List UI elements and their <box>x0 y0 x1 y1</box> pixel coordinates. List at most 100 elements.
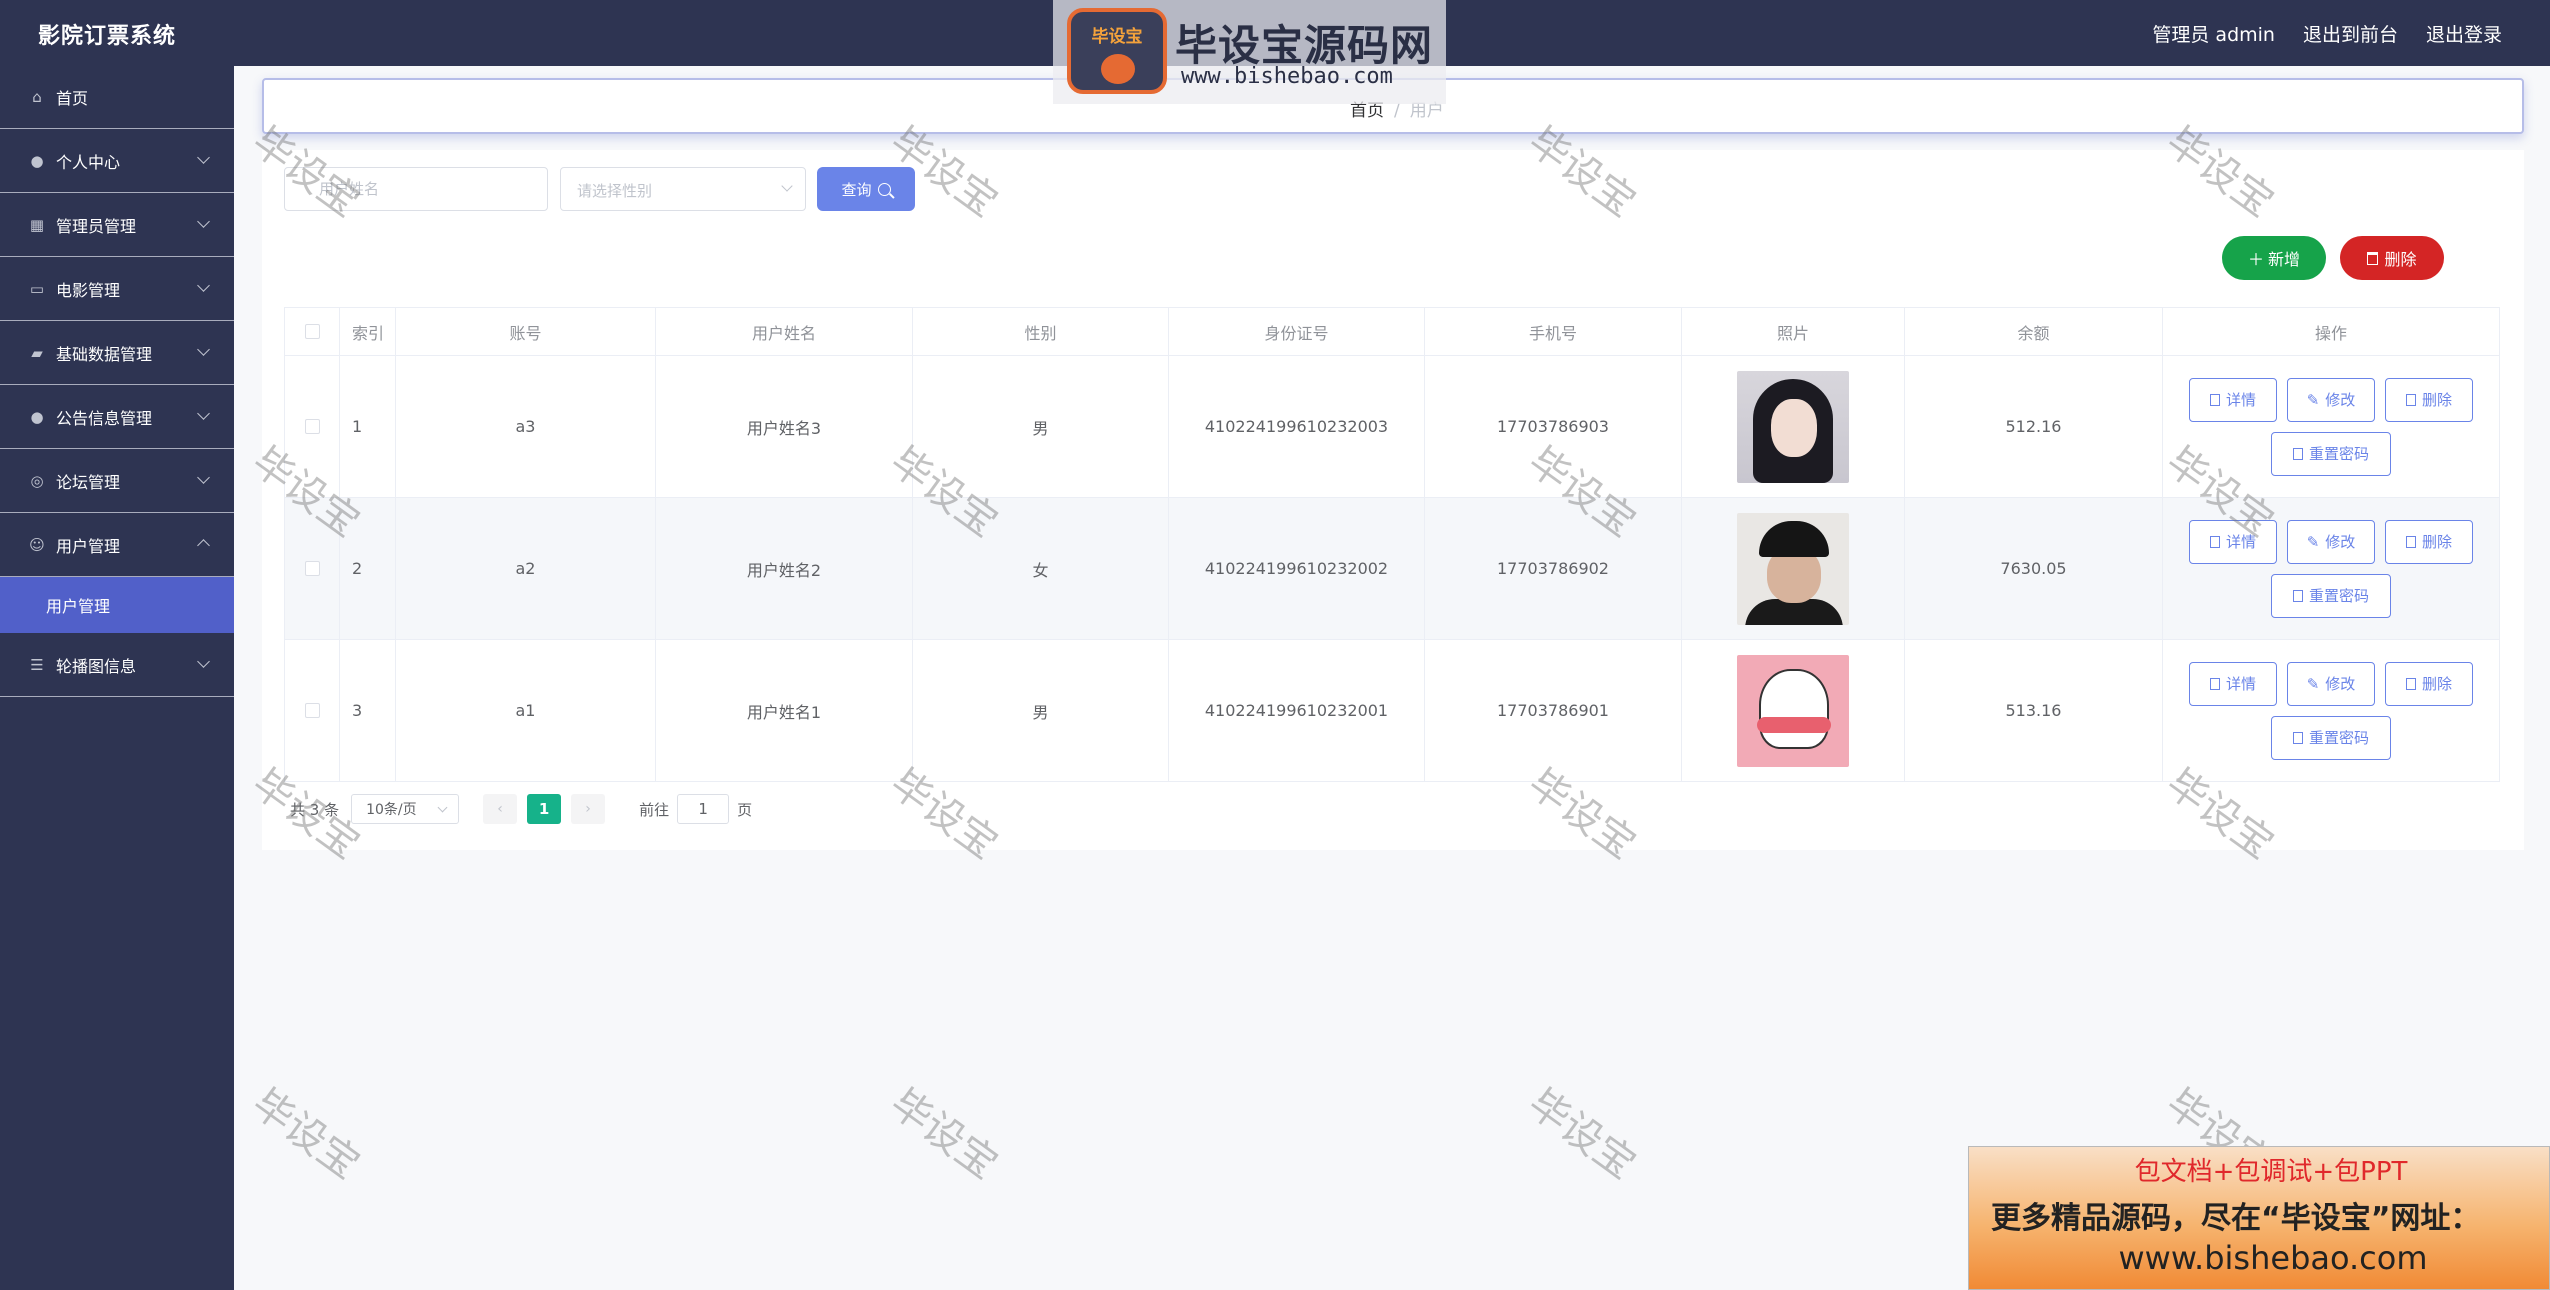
prev-page-button[interactable]: ‹ <box>483 794 518 824</box>
sidebar-item-label: 用户管理 <box>56 536 121 556</box>
smile-icon: ☺ <box>29 535 45 554</box>
cell-phone: 17703786901 <box>1425 640 1682 781</box>
detail-button[interactable]: 详情 <box>2189 519 2277 564</box>
row-select-cell <box>284 498 340 639</box>
back-to-frontend-link[interactable]: 退出到前台 <box>2303 20 2398 47</box>
sidebar-item-label: 个人中心 <box>56 152 121 172</box>
select-all-checkbox[interactable] <box>304 324 320 339</box>
sidebar-item-personal-center[interactable]: ● 个人中心 <box>0 129 234 193</box>
add-button[interactable]: ＋ 新增 <box>2222 236 2326 280</box>
ad-line-3: www.bishebao.com <box>2118 1239 2428 1277</box>
cell-user-name: 用户姓名2 <box>656 498 913 639</box>
cell-balance: 513.16 <box>1905 640 2163 781</box>
row-checkbox[interactable] <box>304 703 320 718</box>
query-button[interactable]: 查询 <box>817 167 915 211</box>
chevron-up-icon <box>197 539 210 552</box>
header-select-all-cell <box>284 308 340 355</box>
user-photo[interactable] <box>1737 654 1849 767</box>
chevron-down-icon <box>781 180 793 192</box>
row-checkbox[interactable] <box>304 419 320 434</box>
chevron-down-icon <box>197 151 210 164</box>
user-name-search-input[interactable] <box>284 167 548 211</box>
detail-button-label: 详情 <box>2225 391 2256 409</box>
sidebar-item-basic-data[interactable]: ▰ 基础数据管理 <box>0 321 234 385</box>
add-button-label: 新增 <box>2268 250 2301 269</box>
user-photo[interactable] <box>1737 512 1849 625</box>
reset-password-button[interactable]: 重置密码 <box>2271 431 2391 476</box>
gender-select-placeholder: 请选择性别 <box>577 182 653 200</box>
cell-index: 3 <box>340 640 396 781</box>
delete-button[interactable]: 删除 <box>2385 519 2473 564</box>
cell-photo <box>1682 498 1905 639</box>
reset-password-button[interactable]: 重置密码 <box>2271 573 2391 618</box>
batch-delete-button[interactable]: 删除 <box>2340 236 2444 280</box>
watermark-text: 毕设宝 <box>881 1080 1006 1189</box>
cell-photo <box>1682 356 1905 497</box>
cell-actions: 详情 ✎ 修改 删除 重置密码 <box>2163 498 2500 639</box>
page-size-select[interactable]: 10条/页 <box>351 794 460 824</box>
reset-password-button[interactable]: 重置密码 <box>2271 715 2391 760</box>
cell-user-name: 用户姓名3 <box>656 356 913 497</box>
pagination: 共 3 条 10条/页 ‹ 1 › 前往 1 页 <box>290 794 752 824</box>
header-id-card: 身份证号 <box>1169 308 1425 355</box>
cell-phone: 17703786902 <box>1425 498 1682 639</box>
trash-icon <box>2405 535 2416 548</box>
sidebar-subitem-user-management[interactable]: 用户管理 <box>0 577 234 633</box>
edit-button[interactable]: ✎ 修改 <box>2287 519 2375 564</box>
detail-button[interactable]: 详情 <box>2189 661 2277 706</box>
user-icon: ● <box>30 407 44 426</box>
goto-page-input[interactable]: 1 <box>677 794 730 824</box>
table-row: 3 a1 用户姓名1 男 410224199610232001 17703786… <box>284 640 2500 782</box>
reset-password-label: 重置密码 <box>2308 445 2369 463</box>
sidebar-item-forum[interactable]: ◎ 论坛管理 <box>0 449 234 513</box>
header-balance: 余额 <box>1905 308 2163 355</box>
delete-button[interactable]: 删除 <box>2385 377 2473 422</box>
sidebar-item-movie-management[interactable]: ▭ 电影管理 <box>0 257 234 321</box>
gender-select[interactable]: 请选择性别 <box>560 167 806 211</box>
user-photo[interactable] <box>1737 370 1849 483</box>
cell-actions: 详情 ✎ 修改 删除 重置密码 <box>2163 640 2500 781</box>
header-phone: 手机号 <box>1425 308 1682 355</box>
user-table: 索引 账号 用户姓名 性别 身份证号 手机号 照片 余额 操作 1 a3 用户姓… <box>284 307 2500 782</box>
header-account: 账号 <box>396 308 656 355</box>
header-index: 索引 <box>340 308 396 355</box>
watermark-logo: 毕设宝 毕设宝源码网 www.bishebao.com <box>1053 0 1446 104</box>
ad-banner[interactable]: 包文档+包调试+包PPT 更多精品源码，尽在“毕设宝”网址： www.bishe… <box>1968 1146 2550 1290</box>
sidebar-item-carousel[interactable]: ☰ 轮播图信息 <box>0 633 234 697</box>
cell-index: 2 <box>340 498 396 639</box>
next-page-button[interactable]: › <box>571 794 606 824</box>
grid-icon: ▦ <box>29 215 45 234</box>
logout-link[interactable]: 退出登录 <box>2426 20 2502 47</box>
header-links: 管理员 admin 退出到前台 退出登录 <box>2152 20 2502 47</box>
chevron-down-icon <box>197 407 210 420</box>
cell-photo <box>1682 640 1905 781</box>
table-row: 2 a2 用户姓名2 女 410224199610232002 17703786… <box>284 498 2500 640</box>
search-icon <box>877 182 891 196</box>
sidebar-item-home[interactable]: ⌂ 首页 <box>0 66 234 129</box>
row-select-cell <box>284 640 340 781</box>
row-checkbox[interactable] <box>304 561 320 576</box>
edit-button-label: 修改 <box>2325 533 2356 551</box>
edit-button[interactable]: ✎ 修改 <box>2287 377 2375 422</box>
sidebar-item-announcements[interactable]: ● 公告信息管理 <box>0 385 234 449</box>
cell-balance: 7630.05 <box>1905 498 2163 639</box>
detail-button-label: 详情 <box>2225 675 2256 693</box>
home-icon: ⌂ <box>32 88 42 106</box>
page-number-current[interactable]: 1 <box>527 794 562 824</box>
admin-user-label: 管理员 admin <box>2152 24 2275 46</box>
pencil-icon: ✎ <box>2306 390 2320 409</box>
detail-button[interactable]: 详情 <box>2189 377 2277 422</box>
cell-gender: 女 <box>913 498 1169 639</box>
query-button-label: 查询 <box>841 180 872 199</box>
edit-button-label: 修改 <box>2325 391 2356 409</box>
breadcrumb-home[interactable]: 首页 <box>1350 101 1384 121</box>
sidebar-item-user-management[interactable]: ☺ 用户管理 <box>0 513 234 577</box>
cell-id-card: 410224199610232003 <box>1169 356 1425 497</box>
cell-index: 1 <box>340 356 396 497</box>
header-user-name: 用户姓名 <box>656 308 913 355</box>
delete-button-label: 删除 <box>2421 533 2452 551</box>
reset-password-label: 重置密码 <box>2308 729 2369 747</box>
sidebar-item-admin-management[interactable]: ▦ 管理员管理 <box>0 193 234 257</box>
delete-button[interactable]: 删除 <box>2385 661 2473 706</box>
edit-button[interactable]: ✎ 修改 <box>2287 661 2375 706</box>
